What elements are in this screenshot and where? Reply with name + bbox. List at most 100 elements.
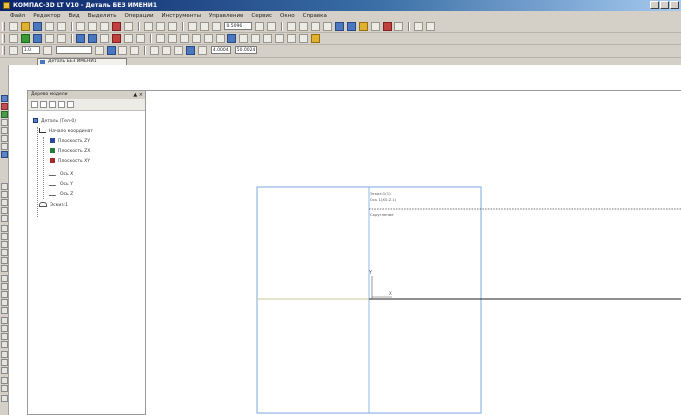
operations-panel-icon[interactable] [1,151,8,158]
coord-y-field[interactable]: 50.0024 [234,46,257,54]
import-icon[interactable] [1,367,8,374]
document-tab[interactable]: Деталь БЕЗ ИМЕНИ1 [37,58,127,65]
tree-node-origin[interactable]: Начало координат [39,128,93,135]
menu-help[interactable]: Справка [299,11,331,21]
menu-select[interactable]: Выделить [84,11,121,21]
tree-node-plane-zy[interactable]: Плоскость ZY [50,138,90,145]
select-panel-icon[interactable] [1,143,8,150]
specification-icon[interactable] [1,233,8,240]
zoom-scale-field[interactable]: 0.5096 [224,22,253,30]
auxiliary-geometry-icon[interactable] [1,183,8,190]
expand-panel-icon[interactable] [1,395,8,402]
layer-icon[interactable] [42,46,52,55]
paste-icon[interactable] [100,22,110,31]
circle-icon[interactable] [167,34,177,43]
maximize-button[interactable] [660,1,669,9]
menu-manage[interactable]: Управление [205,11,248,21]
measure-icon[interactable] [382,22,392,31]
wireframe-icon[interactable] [299,22,309,31]
manager-icon[interactable] [426,22,436,31]
help-pointer-icon[interactable] [167,22,177,31]
preview-icon[interactable] [56,22,66,31]
tree-node-axis-y[interactable]: Ось Y [48,181,73,188]
loft-icon[interactable] [100,34,110,43]
operation-icon[interactable] [32,34,42,43]
layer-combo[interactable] [55,46,92,54]
menu-operations[interactable]: Операции [120,11,157,21]
shaded-edges-icon[interactable] [346,22,356,31]
layers-icon[interactable] [1,257,8,264]
undo-icon[interactable] [112,22,122,31]
curves-icon[interactable] [1,191,8,198]
tree-state-icon[interactable] [58,101,65,108]
dimensions-panel-icon[interactable] [1,103,8,110]
offset-icon[interactable] [251,34,261,43]
designation-panel-icon[interactable] [1,111,8,118]
perspective-icon[interactable] [358,22,368,31]
polygon-icon[interactable] [203,34,213,43]
tree-node-part[interactable]: Деталь (Тел-0) [33,118,76,125]
insert-icon[interactable] [1,283,8,290]
properties-icon[interactable] [143,22,153,31]
tree-order-icon[interactable] [31,101,38,108]
select-icon[interactable] [8,34,18,43]
views-icon[interactable] [1,317,8,324]
style-icon[interactable] [8,46,18,55]
line-icon[interactable] [155,34,165,43]
lights-icon[interactable] [1,325,8,332]
coords-icon[interactable] [197,46,207,55]
variables-icon[interactable] [155,22,165,31]
array-icon[interactable] [44,34,54,43]
thin-lines-icon[interactable] [322,22,332,31]
minimize-button[interactable] [650,1,659,9]
tree-filter-icon[interactable] [49,101,56,108]
new-file-icon[interactable] [8,22,18,31]
mass-icon[interactable] [394,22,404,31]
orientation-icon[interactable] [287,22,297,31]
diagnostics-icon[interactable] [1,215,8,222]
materials-icon[interactable] [1,333,8,340]
animation-icon[interactable] [1,351,8,358]
revolve-icon[interactable] [88,34,98,43]
measure-panel-icon[interactable] [1,135,8,142]
round-icon[interactable] [185,46,195,55]
section-icon[interactable] [370,22,380,31]
workspace-canvas[interactable] [146,91,681,415]
zoom-window-icon[interactable] [211,22,221,31]
extend-icon[interactable] [275,34,285,43]
library-icon[interactable] [414,22,424,31]
hatch-icon[interactable] [287,34,297,43]
settings-panel-icon[interactable] [1,377,8,384]
save-icon[interactable] [32,22,42,31]
shaded-icon[interactable] [334,22,344,31]
rectangle-icon[interactable] [191,34,201,43]
ortho-icon[interactable] [118,46,128,55]
panel-close-icon[interactable]: ▲ × [133,91,143,99]
cut-icon[interactable] [76,22,86,31]
render-icon[interactable] [1,341,8,348]
cut-extrude-icon[interactable] [112,34,122,43]
filter-field[interactable]: 1.0 [21,46,40,54]
menu-edit[interactable]: Редактор [29,11,64,21]
tree-node-axis-z[interactable]: Ось Z [48,191,73,198]
extrude-icon[interactable] [76,34,86,43]
elements-icon[interactable] [1,249,8,256]
toolbar-grip[interactable] [2,34,5,43]
coord-x-field[interactable]: 4.0004 [210,46,231,54]
tree-view-icon[interactable] [67,101,74,108]
toolbar-grip[interactable] [2,46,5,55]
text-icon[interactable] [298,34,308,43]
parametrize-panel-icon[interactable] [1,127,8,134]
tree-node-axis-x[interactable]: Ось X [48,171,73,178]
snap-icon[interactable] [106,46,116,55]
trim-icon[interactable] [263,34,273,43]
dimension-icon[interactable] [227,34,237,43]
macros-icon[interactable] [1,299,8,306]
edit-panel-icon[interactable] [1,119,8,126]
local-cs-icon[interactable] [130,46,140,55]
mates-icon[interactable] [1,275,8,282]
copy-icon[interactable] [88,22,98,31]
grid-icon[interactable] [94,46,104,55]
menu-view[interactable]: Вид [64,11,83,21]
reports-icon[interactable] [1,241,8,248]
